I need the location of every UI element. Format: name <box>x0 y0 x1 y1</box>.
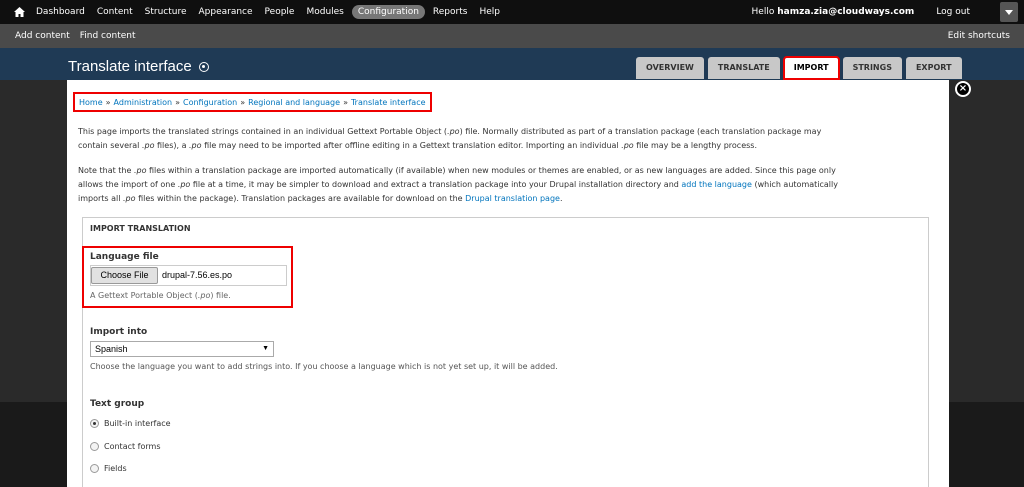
breadcrumb-regional[interactable]: Regional and language <box>248 98 340 107</box>
toolbar-dashboard[interactable]: Dashboard <box>30 0 91 24</box>
drupal-translation-page-link[interactable]: Drupal translation page <box>465 194 560 203</box>
tab-overview[interactable]: OVERVIEW <box>636 57 704 79</box>
toolbar-structure[interactable]: Structure <box>139 0 193 24</box>
logout-link[interactable]: Log out <box>936 7 970 17</box>
breadcrumb-administration[interactable]: Administration <box>114 98 173 107</box>
breadcrumb-configuration[interactable]: Configuration <box>183 98 237 107</box>
home-icon[interactable] <box>8 0 30 24</box>
toolbar-help[interactable]: Help <box>473 0 506 24</box>
page-title: Translate interface <box>68 58 209 75</box>
toolbar-appearance[interactable]: Appearance <box>193 0 259 24</box>
shortcuts-bar: Add content Find content Edit shortcuts <box>0 24 1024 48</box>
toolbar-content[interactable]: Content <box>91 0 139 24</box>
radio-built-in-interface[interactable]: Built-in interface <box>90 419 171 428</box>
import-into-label: Import into <box>90 327 148 337</box>
selected-file-name: drupal-7.56.es.po <box>162 270 233 280</box>
primary-tabs: OVERVIEW TRANSLATE IMPORT STRINGS EXPORT <box>636 56 966 80</box>
username-link[interactable]: hamza.zia@cloudways.com <box>777 7 914 17</box>
fieldset-legend: IMPORT TRANSLATION <box>90 224 191 233</box>
radio-button[interactable] <box>90 464 99 473</box>
choose-file-button[interactable]: Choose File <box>91 267 158 284</box>
tab-import[interactable]: IMPORT <box>782 56 840 80</box>
radio-contact-forms[interactable]: Contact forms <box>90 442 161 451</box>
breadcrumb-home[interactable]: Home <box>79 98 103 107</box>
radio-button[interactable] <box>90 419 99 428</box>
radio-fields[interactable]: Fields <box>90 464 127 473</box>
import-into-select[interactable]: Spanish ▼ <box>90 341 274 357</box>
user-greeting: Hello hamza.zia@cloudways.com <box>751 7 915 17</box>
language-file-label: Language file <box>90 252 159 262</box>
tab-export[interactable]: EXPORT <box>905 57 962 79</box>
add-language-link[interactable]: add the language <box>681 180 752 189</box>
shortcuts-toggle-button[interactable] <box>1000 2 1018 22</box>
toolbar-modules[interactable]: Modules <box>300 0 349 24</box>
import-into-description: Choose the language you want to add stri… <box>90 362 558 371</box>
shortcut-add-content[interactable]: Add content <box>10 31 75 41</box>
tab-translate[interactable]: TRANSLATE <box>707 57 780 79</box>
text-group-label: Text group <box>90 399 145 409</box>
shortcut-find-content[interactable]: Find content <box>75 31 141 41</box>
add-shortcut-icon[interactable] <box>198 61 209 72</box>
intro-paragraph-1: This page imports the translated strings… <box>78 127 822 150</box>
toolbar-configuration[interactable]: Configuration <box>351 5 425 19</box>
tab-strings[interactable]: STRINGS <box>842 57 902 79</box>
close-icon[interactable]: × <box>955 81 971 97</box>
language-file-description: A Gettext Portable Object (.po) file. <box>90 291 231 300</box>
edit-shortcuts-link[interactable]: Edit shortcuts <box>948 31 1010 41</box>
breadcrumb-translate-interface[interactable]: Translate interface <box>351 98 426 107</box>
toolbar-people[interactable]: People <box>259 0 301 24</box>
chevron-down-icon <box>1005 9 1013 15</box>
admin-toolbar: Dashboard Content Structure Appearance P… <box>0 0 1024 24</box>
toolbar-reports[interactable]: Reports <box>427 0 474 24</box>
breadcrumb: Home» Administration» Configuration» Reg… <box>73 92 432 112</box>
intro-paragraph-2: Note that the .po files within a transla… <box>78 166 838 203</box>
dropdown-arrow-icon: ▼ <box>262 345 269 352</box>
radio-button[interactable] <box>90 442 99 451</box>
